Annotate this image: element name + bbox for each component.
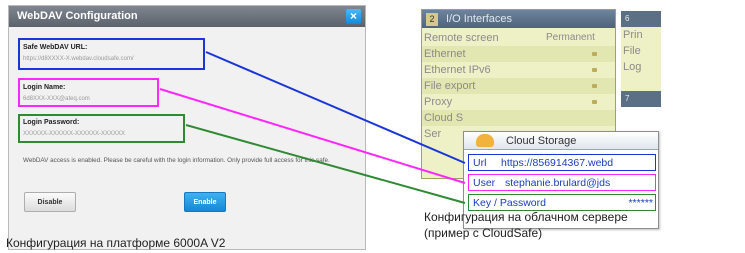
right-caption-line-1: Конфигурация на облачном сервере: [424, 210, 628, 224]
menu-item-label: Ser: [424, 128, 442, 140]
cloud-key-value: ******: [628, 197, 653, 209]
bullet-icon: [592, 84, 597, 88]
cloud-url-value: https://856914367.webd: [501, 157, 614, 169]
cloud-storage-title: Cloud Storage: [506, 135, 577, 147]
right-caption-line-2: (пример с CloudSafe): [424, 226, 543, 240]
bullet-icon: [592, 52, 597, 56]
side-item[interactable]: [621, 75, 661, 91]
enable-button[interactable]: Enable: [184, 192, 226, 212]
menu-item-label: File export: [424, 80, 476, 92]
url-highlight-box: [18, 38, 205, 70]
disable-button[interactable]: Disable: [24, 192, 76, 212]
close-icon[interactable]: ×: [346, 9, 361, 24]
menu-item-file-export[interactable]: File export: [422, 78, 615, 94]
dialog-title: WebDAV Configuration: [9, 6, 365, 27]
cloud-key-label: Key / Password: [473, 197, 546, 209]
menu-item-proxy[interactable]: Proxy: [422, 94, 615, 110]
menu-item-cloud-storage[interactable]: Cloud S: [422, 110, 615, 126]
webdav-notice-text: WebDAV access is enabled. Please be care…: [23, 157, 330, 164]
cloud-icon: [476, 134, 494, 147]
menu-item-value: Permanent: [546, 32, 595, 43]
io-interfaces-header: 2 I/O Interfaces: [422, 10, 615, 28]
menu-item-label: Ethernet: [424, 48, 466, 60]
bullet-icon: [592, 68, 597, 72]
cloud-user-field[interactable]: User stephanie.brulard@jds: [468, 174, 656, 191]
menu-item-label: Remote screen: [424, 32, 499, 44]
cloud-url-label: Url: [473, 157, 487, 169]
login-highlight-box: [18, 78, 159, 107]
cloud-key-field[interactable]: Key / Password ******: [468, 194, 656, 211]
io-interfaces-title: I/O Interfaces: [446, 13, 513, 25]
menu-item-label: Proxy: [424, 96, 453, 108]
cloud-url-field[interactable]: Url https://856914367.webd: [468, 154, 656, 171]
menu-item-label: Cloud S: [424, 112, 464, 124]
side-item[interactable]: Log: [621, 59, 661, 75]
menu-item-label: Ethernet IPv6: [424, 64, 491, 76]
side-panel: 6 Prin File Log 7: [621, 11, 661, 131]
cloud-user-value: stephanie.brulard@jds: [505, 177, 611, 189]
panel-number: 2: [426, 13, 438, 26]
menu-item-remote-screen[interactable]: Remote screen Permanent: [422, 30, 615, 46]
cloud-storage-header: Cloud Storage: [464, 132, 658, 150]
menu-item-ethernet[interactable]: Ethernet: [422, 46, 615, 62]
side-item[interactable]: File: [621, 43, 661, 59]
side-panel-number: 7: [621, 91, 661, 107]
left-caption: Конфигурация на платформе 6000A V2: [6, 236, 226, 250]
side-panel-number: 6: [621, 11, 661, 27]
bullet-icon: [592, 100, 597, 104]
cloud-user-label: User: [473, 177, 496, 189]
webdav-configuration-dialog: WebDAV Configuration × Safe WebDAV URL: …: [8, 5, 366, 250]
password-highlight-box: [18, 114, 185, 143]
controller-screen: 2 I/O Interfaces Remote screen Permanent …: [421, 7, 733, 232]
side-item[interactable]: Prin: [621, 27, 661, 43]
menu-item-ethernet-ipv6[interactable]: Ethernet IPv6: [422, 62, 615, 78]
